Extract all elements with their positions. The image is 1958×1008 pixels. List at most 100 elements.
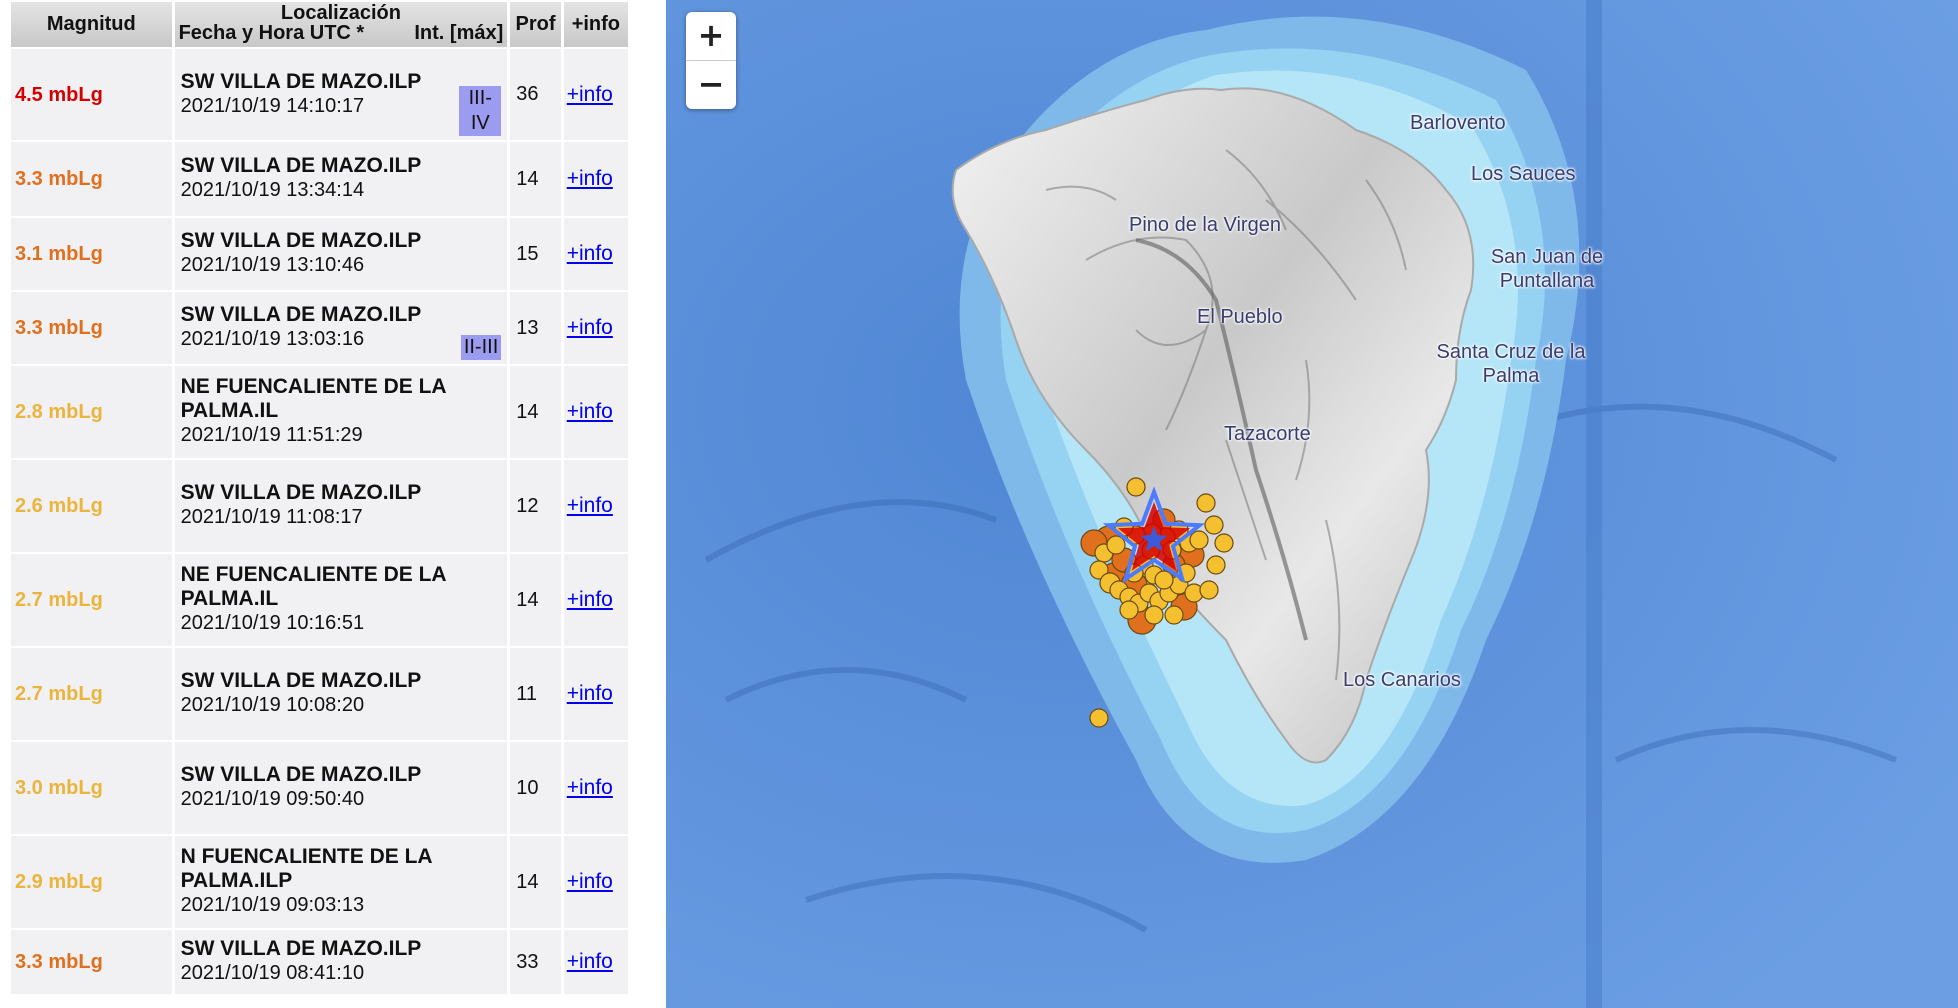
earthquake-marker[interactable] — [1089, 708, 1109, 728]
info-cell: +info — [563, 930, 628, 994]
depth-cell: 14 — [510, 366, 561, 458]
event-datetime: 2021/10/19 10:16:51 — [180, 612, 365, 634]
event-datetime: 2021/10/19 10:08:20 — [180, 694, 365, 716]
info-link[interactable]: +info — [564, 316, 613, 339]
magnitude-cell: 3.0 mbLg — [11, 742, 172, 834]
depth-cell: 14 — [510, 836, 561, 928]
location-cell: N FUENCALIENTE DE LA PALMA.ILP 2021/10/19… — [174, 836, 508, 928]
event-datetime: 2021/10/19 09:50:40 — [180, 788, 365, 810]
magnitude-cell: 2.8 mbLg — [11, 366, 172, 458]
magnitude-cell: 2.7 mbLg — [11, 648, 172, 740]
info-link[interactable]: +info — [564, 950, 613, 973]
earthquake-marker[interactable] — [1196, 493, 1216, 513]
location-name: SW VILLA DE MAZO.ILP — [180, 937, 422, 960]
magnitude-cell: 3.3 mbLg — [11, 930, 172, 994]
earthquake-marker[interactable] — [1214, 533, 1234, 553]
header-localizacion[interactable]: Localización Fecha y Hora UTC * Int. [má… — [174, 2, 508, 47]
earthquake-marker[interactable] — [1144, 605, 1164, 625]
magnitude-cell: 2.7 mbLg — [11, 554, 172, 646]
magnitude-cell: 4.5 mbLg — [11, 49, 172, 140]
info-cell: +info — [563, 142, 628, 216]
location-cell: SW VILLA DE MAZO.ILP 2021/10/19 13:34:14 — [174, 142, 508, 216]
depth-cell: 14 — [510, 142, 561, 216]
magnitude-cell: 3.3 mbLg — [11, 292, 172, 364]
place-barlovento: Barlovento — [1410, 112, 1506, 134]
info-cell: +info — [563, 742, 628, 834]
table-row[interactable]: 2.7 mbLg SW VILLA DE MAZO.ILP 2021/10/19 1… — [11, 648, 628, 740]
location-cell: SW VILLA DE MAZO.ILP 2021/10/19 13:10:46 — [174, 218, 508, 290]
info-link[interactable]: +info — [564, 167, 613, 190]
depth-cell: 15 — [510, 218, 561, 290]
info-link[interactable]: +info — [564, 682, 613, 705]
magnitude-cell: 2.9 mbLg — [11, 836, 172, 928]
place-san-juan-de-puntallana: San Juan de Puntallana — [1490, 246, 1604, 292]
location-name: SW VILLA DE MAZO.ILP — [180, 669, 422, 692]
table-row[interactable]: 2.9 mbLg N FUENCALIENTE DE LA PALMA.ILP 20… — [11, 836, 628, 928]
location-name: N FUENCALIENTE DE LA PALMA.ILP — [180, 845, 432, 892]
table-row[interactable]: 2.6 mbLg SW VILLA DE MAZO.ILP 2021/10/19 1… — [11, 460, 628, 552]
info-link[interactable]: +info — [564, 400, 613, 423]
header-prof[interactable]: Prof — [510, 2, 561, 47]
location-name: SW VILLA DE MAZO.ILP — [180, 229, 422, 252]
info-cell: +info — [563, 49, 628, 140]
table-row[interactable]: 3.3 mbLg SW VILLA DE MAZO.ILP 2021/10/19 0… — [11, 930, 628, 994]
table-row[interactable]: 4.5 mbLg SW VILLA DE MAZO.ILP 2021/10/19 1… — [11, 49, 628, 140]
header-localizacion-label: Localización — [280, 2, 401, 24]
earthquake-marker[interactable] — [1204, 515, 1224, 535]
earthquake-marker[interactable] — [1199, 580, 1219, 600]
location-cell: SW VILLA DE MAZO.ILP 2021/10/19 14:10:17 I… — [174, 49, 508, 140]
table-row[interactable]: 3.1 mbLg SW VILLA DE MAZO.ILP 2021/10/19 1… — [11, 218, 628, 290]
location-cell: NE FUENCALIENTE DE LA PALMA.IL 2021/10/19… — [174, 366, 508, 458]
info-link[interactable]: +info — [564, 242, 613, 265]
place-los-canarios: Los Canarios — [1343, 669, 1461, 691]
zoom-out-button[interactable]: − — [686, 60, 736, 109]
map-canvas[interactable] — [666, 0, 1958, 1008]
info-link[interactable]: +info — [564, 494, 613, 517]
earthquake-marker[interactable] — [1154, 570, 1174, 590]
location-cell: SW VILLA DE MAZO.ILP 2021/10/19 11:08:17 — [174, 460, 508, 552]
header-magnitud[interactable]: Magnitud — [11, 2, 172, 47]
depth-cell: 12 — [510, 460, 561, 552]
intensity-badge: II-III — [460, 335, 502, 360]
event-datetime: 2021/10/19 13:34:14 — [180, 179, 365, 201]
location-cell: SW VILLA DE MAZO.ILP 2021/10/19 13:03:16 I… — [174, 292, 508, 364]
depth-cell: 36 — [510, 49, 561, 140]
info-link[interactable]: +info — [564, 588, 613, 611]
seismic-map[interactable]: + − Barlovento Los Sauces Pino de la Vir… — [666, 0, 1958, 1008]
zoom-in-button[interactable]: + — [686, 12, 736, 60]
location-cell: SW VILLA DE MAZO.ILP 2021/10/19 09:50:40 — [174, 742, 508, 834]
earthquake-marker[interactable] — [1126, 477, 1146, 497]
info-cell: +info — [563, 218, 628, 290]
table-row[interactable]: 3.3 mbLg SW VILLA DE MAZO.ILP 2021/10/19 1… — [11, 142, 628, 216]
info-cell: +info — [563, 366, 628, 458]
event-datetime: 2021/10/19 13:03:16 — [180, 328, 365, 350]
location-name: SW VILLA DE MAZO.ILP — [180, 154, 422, 177]
event-datetime: 2021/10/19 08:41:10 — [180, 962, 365, 984]
intensity-badge: III-IV — [459, 86, 502, 136]
table-row[interactable]: 2.7 mbLg NE FUENCALIENTE DE LA PALMA.IL 20… — [11, 554, 628, 646]
earthquake-marker[interactable] — [1119, 600, 1139, 620]
event-datetime: 2021/10/19 13:10:46 — [180, 254, 365, 276]
table-row[interactable]: 2.8 mbLg NE FUENCALIENTE DE LA PALMA.IL 20… — [11, 366, 628, 458]
table-row[interactable]: 3.0 mbLg SW VILLA DE MAZO.ILP 2021/10/19 0… — [11, 742, 628, 834]
info-link[interactable]: +info — [564, 83, 613, 106]
depth-cell: 11 — [510, 648, 561, 740]
earthquake-list-panel: Magnitud Localización Fecha y Hora UTC *… — [0, 0, 666, 1008]
seafloor-scarp — [1586, 0, 1602, 1008]
header-info: +info — [563, 2, 628, 47]
event-datetime: 2021/10/19 14:10:17 — [180, 94, 365, 117]
magnitude-cell: 2.6 mbLg — [11, 460, 172, 552]
table-body: 4.5 mbLg SW VILLA DE MAZO.ILP 2021/10/19 1… — [11, 49, 628, 994]
info-cell: +info — [563, 836, 628, 928]
location-name: NE FUENCALIENTE DE LA PALMA.IL — [180, 375, 446, 422]
place-el-pueblo: El Pueblo — [1197, 306, 1283, 328]
info-cell: +info — [563, 460, 628, 552]
earthquake-marker[interactable] — [1164, 605, 1184, 625]
info-cell: +info — [563, 648, 628, 740]
table-row[interactable]: 3.3 mbLg SW VILLA DE MAZO.ILP 2021/10/19 1… — [11, 292, 628, 364]
info-link[interactable]: +info — [564, 776, 613, 799]
earthquake-marker[interactable] — [1189, 530, 1209, 550]
magnitude-cell: 3.3 mbLg — [11, 142, 172, 216]
earthquake-marker[interactable] — [1206, 555, 1226, 575]
info-link[interactable]: +info — [564, 870, 613, 893]
